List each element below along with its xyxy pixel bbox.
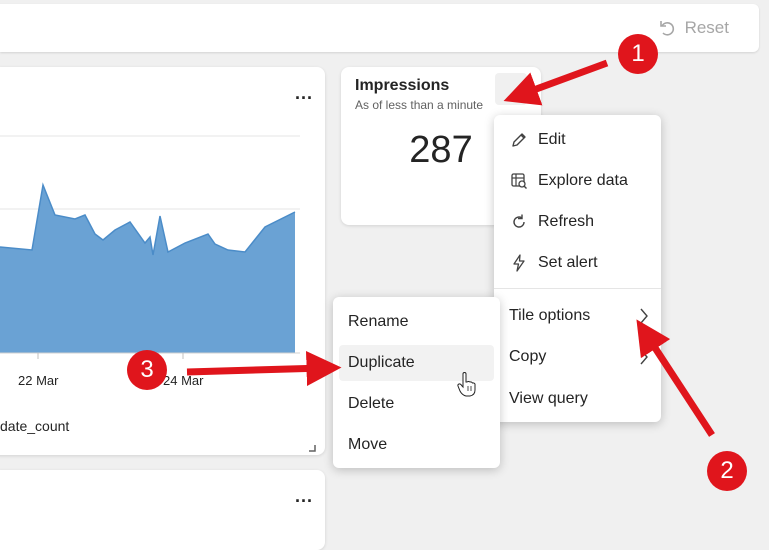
arrow-2 [636, 319, 715, 437]
annotation-arrows [186, 59, 715, 437]
step-badge-3: 3 [127, 350, 167, 390]
badge-number: 1 [631, 40, 645, 67]
badge-number: 2 [720, 457, 734, 484]
arrow-1 [503, 59, 609, 106]
badge-number: 3 [140, 356, 154, 383]
hand-cursor-icon [457, 372, 476, 397]
step-badge-1: 1 [618, 34, 658, 74]
arrow-3 [186, 351, 342, 387]
step-badge-2: 2 [707, 451, 747, 491]
